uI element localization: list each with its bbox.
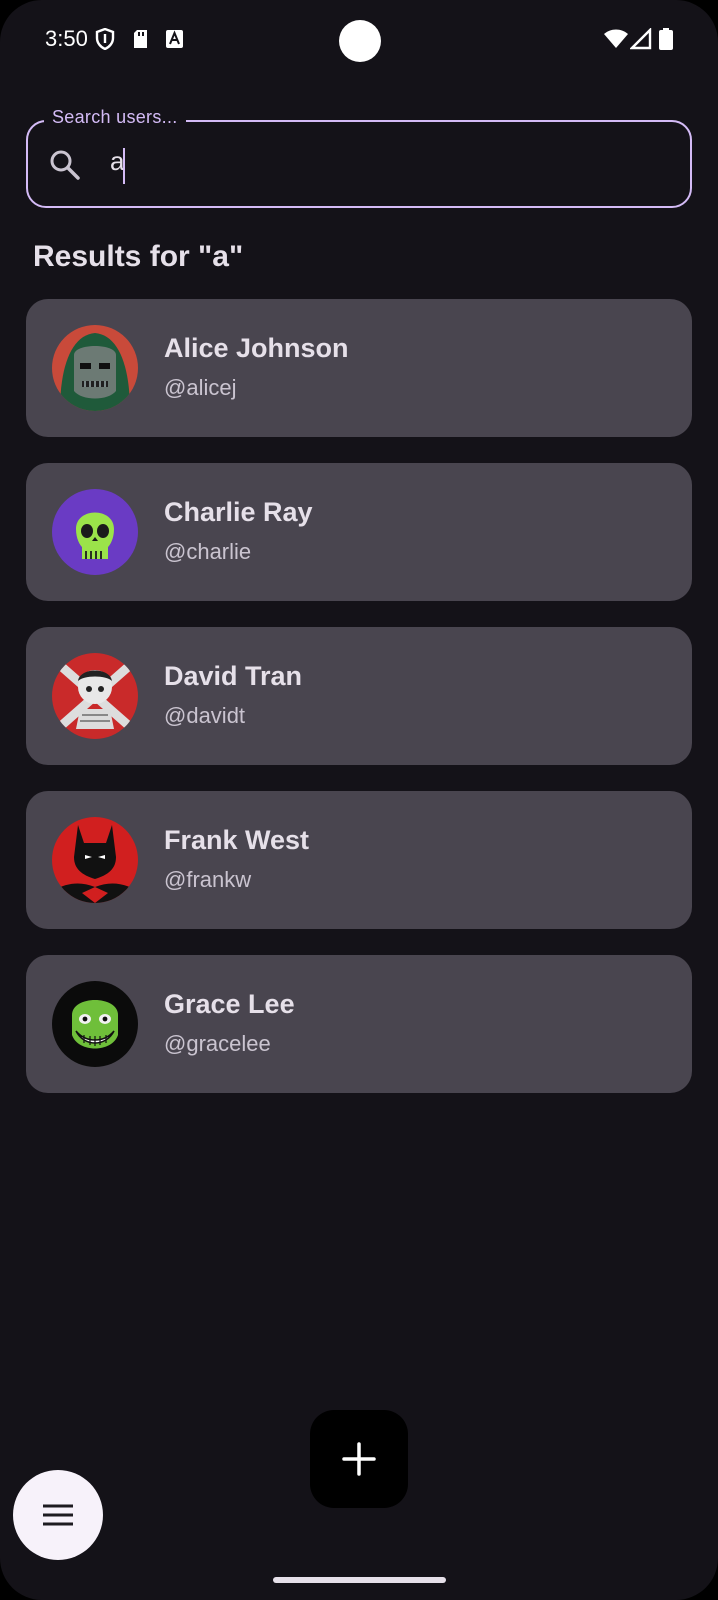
status-time: 3:50 bbox=[45, 26, 88, 51]
doom-mask-avatar bbox=[52, 325, 138, 411]
user-name: Alice Johnson bbox=[164, 333, 349, 363]
results-title: Results for "a" bbox=[33, 240, 244, 273]
user-card[interactable]: Frank West @frankw bbox=[26, 791, 692, 929]
user-card[interactable]: David Tran @davidt bbox=[26, 627, 692, 765]
user-card[interactable]: Grace Lee @gracelee bbox=[26, 955, 692, 1093]
home-indicator[interactable] bbox=[273, 1577, 446, 1583]
add-user-button[interactable] bbox=[310, 1410, 408, 1508]
menu-button[interactable] bbox=[13, 1470, 103, 1560]
app-screen: 3:50 Search users... a Results for "a" A… bbox=[0, 0, 718, 1600]
search-input[interactable] bbox=[26, 120, 692, 208]
user-handle: @frankw bbox=[164, 867, 252, 892]
batman-avatar bbox=[52, 817, 138, 903]
green-skull-avatar bbox=[52, 489, 138, 575]
green-grin-avatar bbox=[52, 981, 138, 1067]
user-name: David Tran bbox=[164, 661, 303, 691]
wifi-icon bbox=[604, 29, 628, 48]
user-handle: @alicej bbox=[164, 375, 237, 400]
search-label: Search users... bbox=[44, 107, 186, 128]
sd-card-icon bbox=[134, 30, 147, 48]
red-doll-avatar bbox=[52, 653, 138, 739]
user-card[interactable]: Alice Johnson @alicej bbox=[26, 299, 692, 437]
user-name: Grace Lee bbox=[164, 989, 295, 1019]
status-bar: 3:50 bbox=[0, 0, 718, 80]
battery-icon bbox=[659, 28, 673, 50]
menu-icon bbox=[43, 1504, 73, 1526]
front-camera bbox=[339, 20, 381, 62]
signal-icon bbox=[630, 28, 652, 50]
user-name: Frank West bbox=[164, 825, 310, 855]
user-handle: @gracelee bbox=[164, 1031, 271, 1056]
text-cursor bbox=[123, 148, 125, 184]
search-icon bbox=[50, 150, 80, 180]
user-handle: @charlie bbox=[164, 539, 252, 564]
font-icon bbox=[166, 30, 183, 48]
user-handle: @davidt bbox=[164, 703, 246, 728]
shield-icon bbox=[95, 28, 115, 50]
plus-icon bbox=[342, 1442, 376, 1476]
user-name: Charlie Ray bbox=[164, 497, 313, 527]
user-card[interactable]: Charlie Ray @charlie bbox=[26, 463, 692, 601]
